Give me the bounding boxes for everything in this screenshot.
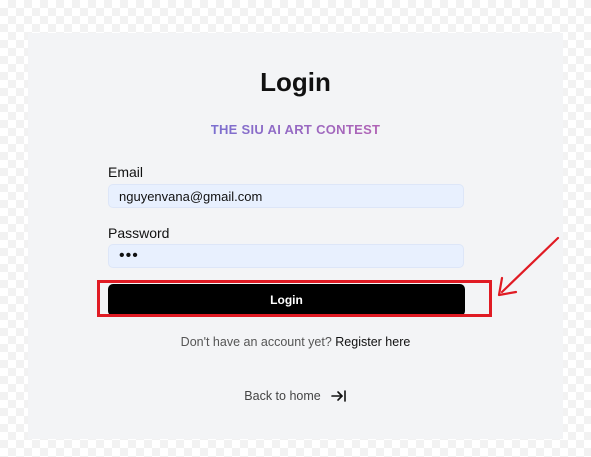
back-to-home-label: Back to home — [244, 389, 321, 403]
contest-subtitle: THE SIU AI ART CONTEST — [28, 122, 563, 137]
login-card: Login THE SIU AI ART CONTEST Email Passw… — [28, 33, 563, 439]
contest-subtitle-text: THE SIU AI ART CONTEST — [210, 122, 381, 137]
register-link[interactable]: Register here — [335, 335, 410, 349]
register-prompt-text: Don't have an account yet? — [180, 335, 332, 349]
back-to-home-link[interactable]: Back to home — [28, 389, 563, 403]
password-label: Password — [108, 225, 170, 241]
register-prompt-line: Don't have an account yet? Register here — [28, 335, 563, 349]
email-field[interactable] — [108, 184, 464, 208]
login-button[interactable]: Login — [108, 284, 465, 316]
page-title: Login — [260, 67, 331, 97]
arrow-right-to-line-icon — [330, 390, 346, 402]
password-field[interactable] — [108, 244, 464, 268]
email-label: Email — [108, 164, 144, 180]
